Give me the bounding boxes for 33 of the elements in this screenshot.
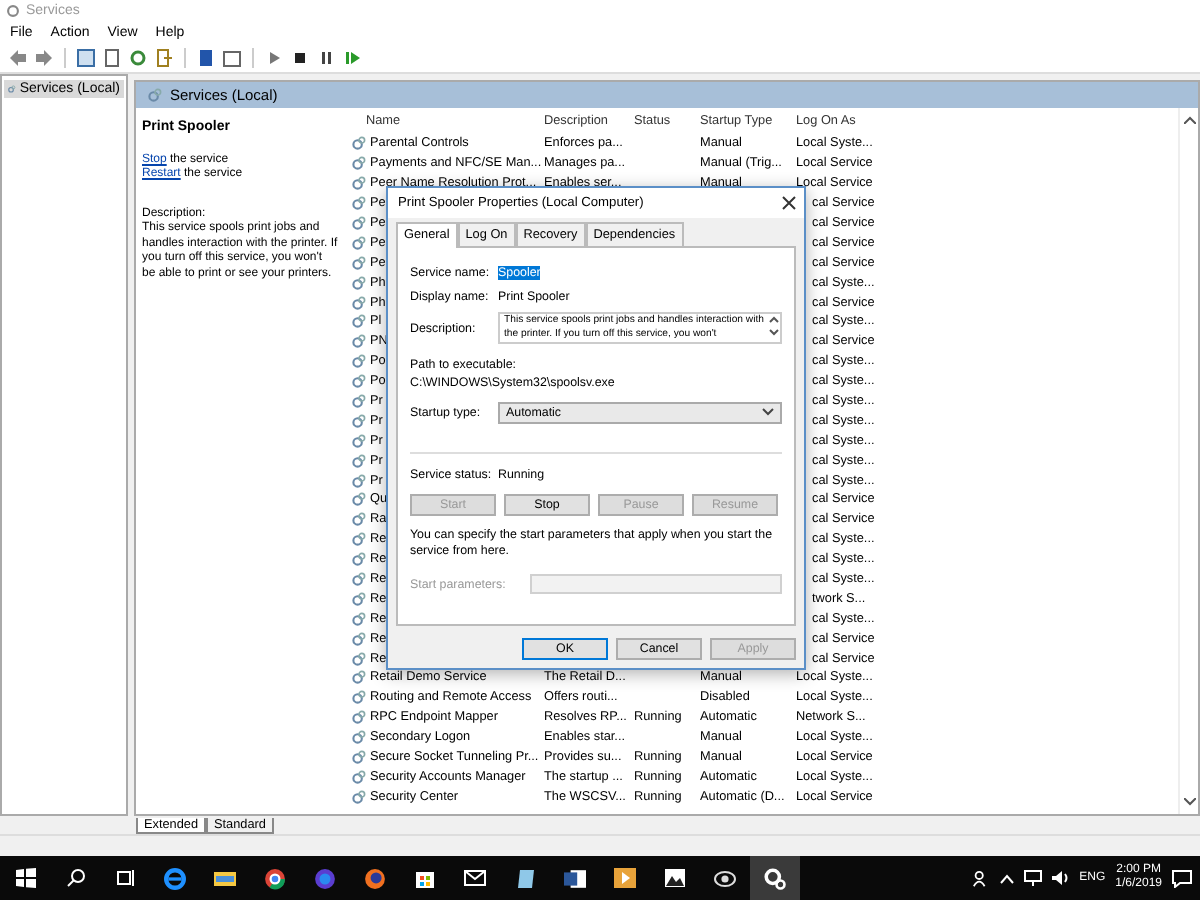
chevron-down-icon[interactable] xyxy=(1183,798,1195,806)
eye-icon[interactable] xyxy=(714,869,736,887)
back-arrow-icon[interactable] xyxy=(8,48,28,68)
photos-icon[interactable] xyxy=(664,868,686,888)
chevron-down-icon[interactable] xyxy=(762,408,774,416)
notification-icon[interactable] xyxy=(1172,869,1192,887)
document-icon[interactable] xyxy=(564,867,586,889)
forward-arrow-icon[interactable] xyxy=(34,48,54,68)
people-icon[interactable] xyxy=(971,869,990,887)
scroll-arrows-icon[interactable] xyxy=(768,314,780,338)
mail-icon[interactable] xyxy=(464,870,486,886)
console-tree-icon[interactable] xyxy=(76,48,96,68)
search-icon[interactable] xyxy=(65,868,85,888)
restart-icon[interactable] xyxy=(342,48,362,68)
chevron-up-icon[interactable] xyxy=(1183,116,1195,124)
network-icon[interactable] xyxy=(1023,870,1042,886)
export-icon[interactable] xyxy=(154,48,174,68)
browser-icon[interactable] xyxy=(164,867,186,889)
task-view-icon[interactable] xyxy=(115,868,135,888)
pause-icon[interactable] xyxy=(316,48,336,68)
play-icon[interactable] xyxy=(264,48,284,68)
windows-logo-icon[interactable] xyxy=(15,868,35,888)
close-icon[interactable] xyxy=(782,196,796,210)
active-app-highlight[interactable] xyxy=(750,856,800,900)
scrollbar[interactable] xyxy=(1178,108,1198,814)
store-icon[interactable] xyxy=(414,868,436,888)
refresh-icon[interactable] xyxy=(128,48,148,68)
folder-icon[interactable] xyxy=(214,868,236,888)
browser-icon[interactable] xyxy=(264,867,286,889)
notepad-icon[interactable] xyxy=(515,867,535,889)
speaker-icon[interactable] xyxy=(1051,870,1070,886)
browser-icon[interactable] xyxy=(364,867,386,889)
stop-icon[interactable] xyxy=(290,48,310,68)
